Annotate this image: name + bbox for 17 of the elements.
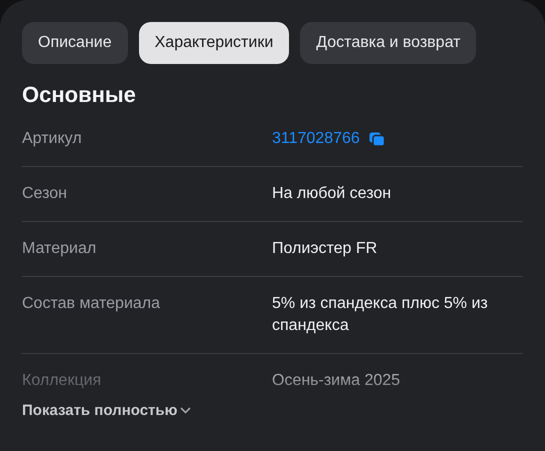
property-label: Сезон [22,184,68,204]
property-value: На любой сезон [272,184,392,204]
show-more-button[interactable]: Показать полностью [22,402,192,419]
tab[interactable]: Характеристики [138,22,290,64]
property-label: Коллекция [22,371,102,391]
property-value: Полиэстер FR [272,239,378,259]
property-label: Состав материала [22,294,162,314]
tab[interactable]: Доставка и возврат [300,22,476,64]
property-value: Осень-зима 2025 [272,371,402,391]
chevron-down-icon [180,407,192,414]
property-label: Материал [22,239,98,259]
property-value: 5% из спандекса плюс 5% из спандекса [272,294,489,336]
article-link[interactable]: 3117028766 [272,128,360,150]
property-label: Артикул [22,129,83,149]
section-title: Основные [22,82,137,108]
tab[interactable]: Описание [22,22,128,64]
copy-icon[interactable] [368,132,386,146]
